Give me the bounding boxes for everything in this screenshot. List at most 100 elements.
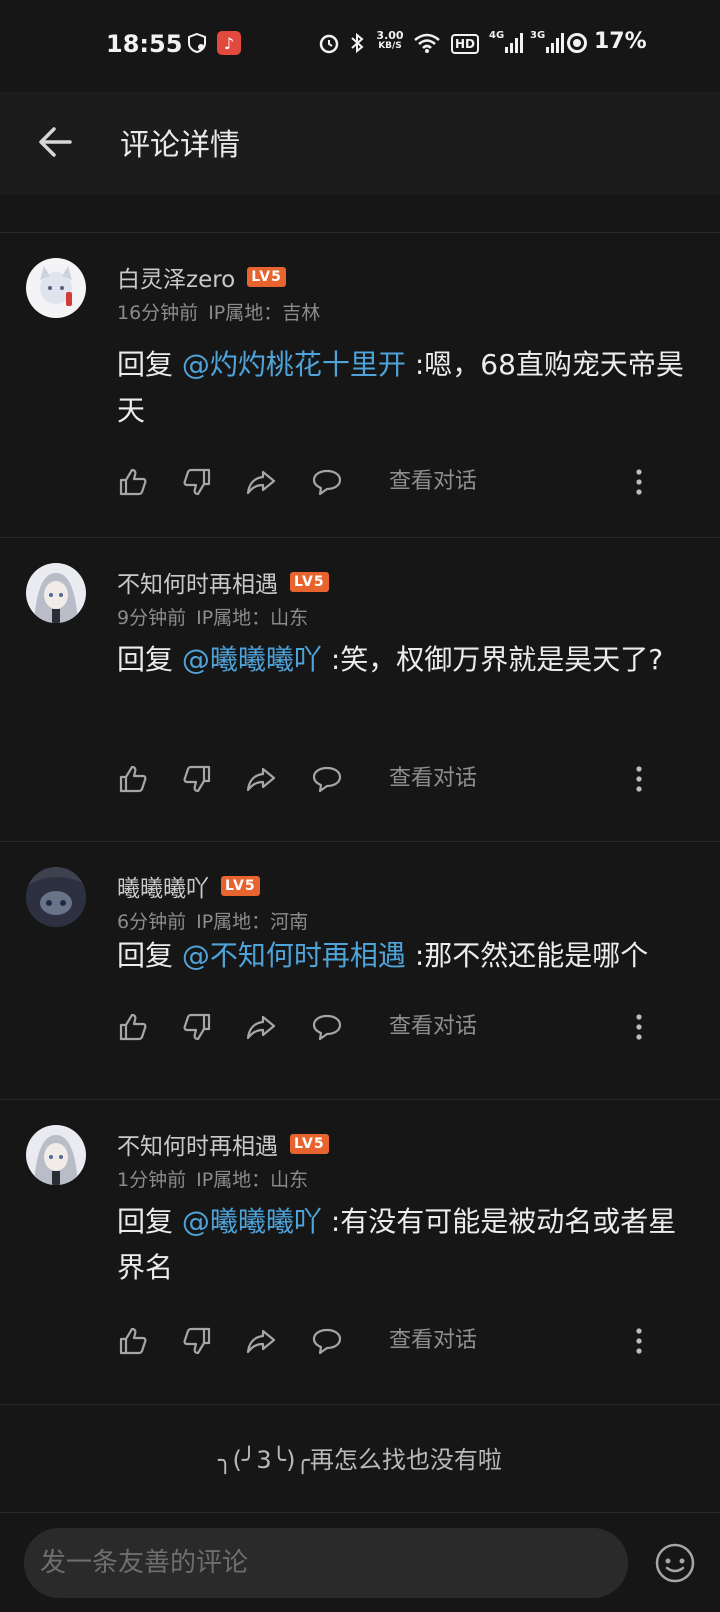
level-badge: LV5: [290, 572, 329, 592]
comment-icon[interactable]: [311, 466, 343, 498]
share-icon[interactable]: [245, 1325, 277, 1357]
dislike-icon[interactable]: [181, 466, 213, 498]
reply-prefix: 回复: [117, 348, 174, 381]
signal-3g-label: 3G: [530, 29, 546, 41]
battery-icon: [566, 32, 588, 54]
reply-prefix: 回复: [117, 939, 174, 972]
comment-actions: 查看对话: [117, 1011, 697, 1051]
ip-location: IP属地：山东: [196, 1169, 309, 1191]
comment-icon[interactable]: [311, 763, 343, 795]
more-icon[interactable]: [633, 763, 645, 795]
username-text: 曦曦曦吖: [117, 876, 209, 902]
comment-text[interactable]: 回复 @灼灼桃花十里开 :嗯，68直购宠天帝昊天: [117, 342, 697, 434]
reply-prefix: 回复: [117, 643, 174, 676]
mention-link[interactable]: @曦曦曦吖: [182, 643, 322, 676]
comment-meta: 9分钟前 IP属地：山东: [117, 603, 318, 630]
comment-actions: 查看对话: [117, 466, 697, 506]
comment-meta: 16分钟前 IP属地：吉林: [117, 298, 330, 325]
level-badge: LV5: [290, 1134, 329, 1154]
like-icon[interactable]: [117, 1011, 149, 1043]
signal-4g-label: 4G: [489, 29, 505, 41]
comment-actions: 查看对话: [117, 1325, 697, 1365]
like-icon[interactable]: [117, 1325, 149, 1357]
mention-link[interactable]: @不知何时再相遇: [182, 939, 406, 972]
dislike-icon[interactable]: [181, 763, 213, 795]
level-badge: LV5: [221, 876, 260, 896]
page-header: 评论详情: [0, 92, 720, 194]
status-bar: 18:55 ♪ 3.00 KB/S HD 4G 3G 17%: [0, 0, 720, 92]
view-conversation-link[interactable]: 查看对话: [389, 763, 477, 795]
more-icon[interactable]: [633, 466, 645, 498]
battery-percent: 17%: [594, 28, 647, 54]
signal-4g-icon: 4G: [489, 29, 524, 54]
comment-input[interactable]: 发一条友善的评论: [24, 1528, 628, 1598]
ip-location: IP属地：吉林: [208, 302, 321, 324]
view-conversation-link[interactable]: 查看对话: [389, 1325, 477, 1357]
avatar[interactable]: [26, 1125, 86, 1185]
comment-meta: 1分钟前 IP属地：山东: [117, 1165, 318, 1192]
comment-text[interactable]: 回复 @曦曦曦吖 :笑，权御万界就是昊天了?: [117, 637, 697, 683]
comment-time: 16分钟前: [117, 302, 199, 324]
status-time: 18:55: [106, 30, 183, 58]
comment-text[interactable]: 回复 @不知何时再相遇 :那不然还能是哪个: [117, 933, 697, 979]
mention-link[interactable]: @灼灼桃花十里开: [182, 348, 406, 381]
more-icon[interactable]: [633, 1011, 645, 1043]
comment-input-bar: 发一条友善的评论: [0, 1514, 720, 1612]
net-speed-unit: KB/S: [378, 41, 402, 51]
comment-content: :笑，权御万界就是昊天了?: [330, 643, 664, 676]
comment-meta: 6分钟前 IP属地：河南: [117, 907, 318, 934]
comment-item: 曦曦曦吖 LV5 6分钟前 IP属地：河南 回复 @不知何时再相遇 :那不然还能是哪…: [0, 841, 720, 1099]
comment-item: 白灵泽zero LV5 16分钟前 IP属地：吉林 回复 @灼灼桃花十里开 :嗯，6…: [0, 232, 720, 537]
page-title: 评论详情: [120, 128, 240, 163]
comment-text[interactable]: 回复 @曦曦曦吖 :有没有可能是被动名或者星界名: [117, 1199, 697, 1291]
dislike-icon[interactable]: [181, 1011, 213, 1043]
dislike-icon[interactable]: [181, 1325, 213, 1357]
comment-time: 9分钟前: [117, 607, 187, 629]
comment-time: 6分钟前: [117, 911, 187, 933]
username[interactable]: 不知何时再相遇 LV5: [117, 1127, 329, 1161]
share-icon[interactable]: [245, 466, 277, 498]
bluetooth-icon: [348, 32, 366, 54]
like-icon[interactable]: [117, 763, 149, 795]
like-icon[interactable]: [117, 466, 149, 498]
divider: [0, 1512, 720, 1513]
ip-location: IP属地：河南: [196, 911, 309, 933]
shield-icon: [186, 32, 208, 54]
ip-location: IP属地：山东: [196, 607, 309, 629]
more-icon[interactable]: [633, 1325, 645, 1357]
username[interactable]: 不知何时再相遇 LV5: [117, 565, 329, 599]
comment-icon[interactable]: [311, 1325, 343, 1357]
net-speed-value: 3.00: [376, 29, 404, 42]
wifi-icon: [413, 32, 441, 54]
comment-item: 不知何时再相遇 LV5 9分钟前 IP属地：山东 回复 @曦曦曦吖 :笑，权御万界就…: [0, 537, 720, 841]
share-icon[interactable]: [245, 1011, 277, 1043]
music-icon: ♪: [217, 31, 241, 55]
hd-badge: HD: [451, 34, 480, 54]
avatar[interactable]: [26, 563, 86, 623]
avatar[interactable]: [26, 258, 86, 318]
mention-link[interactable]: @曦曦曦吖: [182, 1205, 322, 1238]
end-of-list-text: ╮(╯3╰)╭再怎么找也没有啦: [218, 1446, 502, 1474]
net-speed: 3.00 KB/S: [372, 30, 408, 52]
comment-actions: 查看对话: [117, 763, 697, 803]
comment-icon[interactable]: [311, 1011, 343, 1043]
view-conversation-link[interactable]: 查看对话: [389, 466, 477, 498]
username-text: 不知何时再相遇: [117, 572, 278, 598]
emoji-icon[interactable]: [654, 1542, 696, 1584]
reply-prefix: 回复: [117, 1205, 174, 1238]
comment-content: :那不然还能是哪个: [414, 939, 649, 972]
username-text: 白灵泽zero: [117, 267, 236, 293]
avatar[interactable]: [26, 867, 86, 927]
level-badge: LV5: [247, 267, 286, 287]
username[interactable]: 白灵泽zero LV5: [117, 260, 286, 294]
divider: [0, 1404, 720, 1405]
alarm-icon: [318, 32, 340, 54]
username-text: 不知何时再相遇: [117, 1134, 278, 1160]
view-conversation-link[interactable]: 查看对话: [389, 1011, 477, 1043]
username[interactable]: 曦曦曦吖 LV5: [117, 869, 260, 903]
comment-item: 不知何时再相遇 LV5 1分钟前 IP属地：山东 回复 @曦曦曦吖 :有没有可能是被…: [0, 1099, 720, 1404]
share-icon[interactable]: [245, 763, 277, 795]
comment-time: 1分钟前: [117, 1169, 187, 1191]
signal-3g-icon: 3G: [530, 29, 565, 54]
back-arrow-icon[interactable]: [36, 122, 76, 162]
